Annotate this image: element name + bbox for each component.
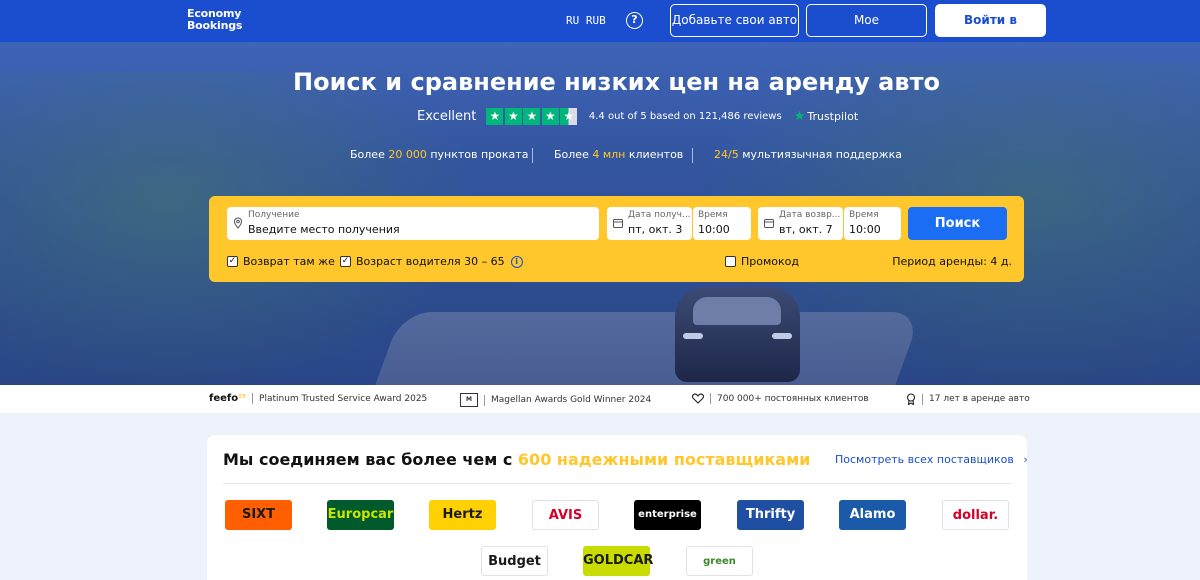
currency-code: RUB: [585, 14, 606, 27]
star-icon: ★: [486, 107, 504, 125]
pickup-date-value: пт, окт. 3: [628, 223, 683, 236]
rental-period: Период аренды: 4 д.: [892, 255, 1012, 268]
location-pin-icon: [233, 217, 243, 229]
magellan-logo: M: [460, 393, 478, 407]
half-star-icon: ★: [560, 107, 578, 125]
pickup-label: Получение: [248, 210, 300, 220]
return-time-label: Время: [849, 210, 879, 220]
award-magellan: M Magellan Awards Gold Winner 2024: [460, 393, 651, 407]
pickup-time-label: Время: [698, 210, 728, 220]
pickup-time-value: 10:00: [698, 223, 730, 236]
star-icon: ★: [504, 107, 522, 125]
checkbox-unchecked-icon: [725, 256, 736, 267]
supplier-logo-hertz[interactable]: Hertz: [429, 500, 496, 530]
return-date-value: вт, окт. 7: [779, 223, 833, 236]
pickup-placeholder: Введите место получения: [248, 223, 400, 236]
award-customers: 700 000+ постоянных клиентов: [692, 393, 869, 404]
supplier-logo-enterprise[interactable]: enterprise: [634, 500, 701, 530]
suppliers-section: Мы соединяем вас более чем с 600 надежны…: [207, 435, 1028, 580]
rating-summary: 4.4 out of 5 based on 121,486 reviews: [588, 110, 782, 122]
language-code: RU: [566, 14, 580, 27]
star-icon: ★: [523, 107, 541, 125]
login-button[interactable]: Войти в аккаунт: [935, 4, 1046, 58]
checkbox-checked-icon: ✓: [340, 256, 351, 267]
return-time-field[interactable]: Время 10:00: [844, 207, 901, 240]
page-title: Поиск и сравнение низких цен на аренду а…: [293, 68, 940, 96]
supplier-logo-dollar-[interactable]: dollar.: [942, 500, 1009, 530]
calendar-icon: [613, 219, 623, 228]
stat-divider: [532, 148, 533, 163]
pickup-time-field[interactable]: Время 10:00: [693, 207, 751, 240]
medal-icon: [906, 393, 916, 405]
trustpilot-logo: ★ Trustpilot: [793, 108, 859, 124]
award-feefo: feefoºº Platinum Trusted Service Award 2…: [209, 393, 428, 404]
trustpilot-star-icon: ★: [793, 108, 806, 124]
supplier-logo-goldcar[interactable]: GOLDCAR: [583, 546, 653, 576]
search-button[interactable]: Поиск: [908, 207, 1007, 240]
supplier-logo-budget[interactable]: Budget: [481, 546, 548, 576]
star-icon: ★: [541, 107, 559, 125]
hero-stats: Более 20 000 пунктов проката Более 4 млн…: [0, 148, 1200, 164]
stat-rental-points: Более 20 000 пунктов проката: [350, 148, 529, 161]
economy-bookings-logo[interactable]: Economy Bookings: [187, 8, 242, 32]
feefo-logo: feefoºº: [209, 393, 247, 404]
award-years: 17 лет в аренде авто: [906, 393, 1030, 405]
stat-divider: [692, 148, 693, 163]
return-date-field[interactable]: Дата возвр... вт, окт. 7: [758, 207, 843, 240]
stat-customers: Более 4 млн клиентов: [554, 148, 684, 161]
my-booking-button[interactable]: Мое бронирование: [806, 4, 927, 58]
stat-support: 24/5 мультиязычная поддержка: [714, 148, 902, 161]
supplier-logo-sixt[interactable]: SIXT: [225, 500, 292, 530]
supplier-logo-alamo[interactable]: Alamo: [839, 500, 906, 530]
return-date-label: Дата возвр...: [779, 210, 841, 220]
promo-checkbox[interactable]: Промокод: [725, 255, 799, 268]
return-time-value: 10:00: [849, 223, 881, 236]
pickup-location-input[interactable]: Получение Введите место получения: [227, 207, 599, 240]
awards-bar: feefoºº Platinum Trusted Service Award 2…: [0, 385, 1200, 413]
suppliers-divider: [223, 483, 1011, 484]
calendar-icon: [764, 219, 774, 228]
language-currency-selector[interactable]: RU RUB: [566, 14, 606, 27]
rating-stars: ★ ★ ★ ★ ★: [486, 107, 579, 125]
hero-road: [358, 312, 922, 385]
hero-car-image: [675, 287, 800, 382]
rating-label: Excellent: [417, 108, 477, 124]
same-return-checkbox[interactable]: ✓ Возврат там же: [227, 255, 335, 268]
see-all-suppliers-link[interactable]: Посмотреть всех поставщиков ›: [835, 453, 1028, 466]
supplier-logo-green-motion[interactable]: green motion: [686, 546, 753, 576]
chevron-right-icon: ›: [1023, 453, 1028, 466]
trustpilot-rating[interactable]: Excellent ★ ★ ★ ★ ★ 4.4 out of 5 based o…: [417, 107, 858, 125]
top-header: Economy Bookings RU RUB ? Добавьте свои …: [0, 0, 1200, 58]
driver-age-checkbox[interactable]: ✓ Возраст водителя 30 – 65 i: [340, 255, 523, 268]
heart-icon: [692, 393, 704, 404]
supplier-logo-avis[interactable]: AVIS: [532, 500, 599, 530]
supplier-logo-thrifty[interactable]: Thrifty: [737, 500, 804, 530]
info-icon[interactable]: i: [510, 255, 523, 268]
supplier-logo-europcar[interactable]: Europcar: [327, 500, 394, 530]
checkbox-checked-icon: ✓: [227, 256, 238, 267]
pickup-date-field[interactable]: Дата получ... пт, окт. 3: [607, 207, 692, 240]
search-form: Получение Введите место получения Дата п…: [209, 196, 1024, 282]
help-icon[interactable]: ?: [626, 12, 643, 29]
logo-line-2: Bookings: [187, 19, 243, 32]
add-car-button[interactable]: Добавьте свои авто: [670, 4, 799, 37]
suppliers-title: Мы соединяем вас более чем с 600 надежны…: [223, 450, 811, 469]
pickup-date-label: Дата получ...: [628, 210, 691, 220]
